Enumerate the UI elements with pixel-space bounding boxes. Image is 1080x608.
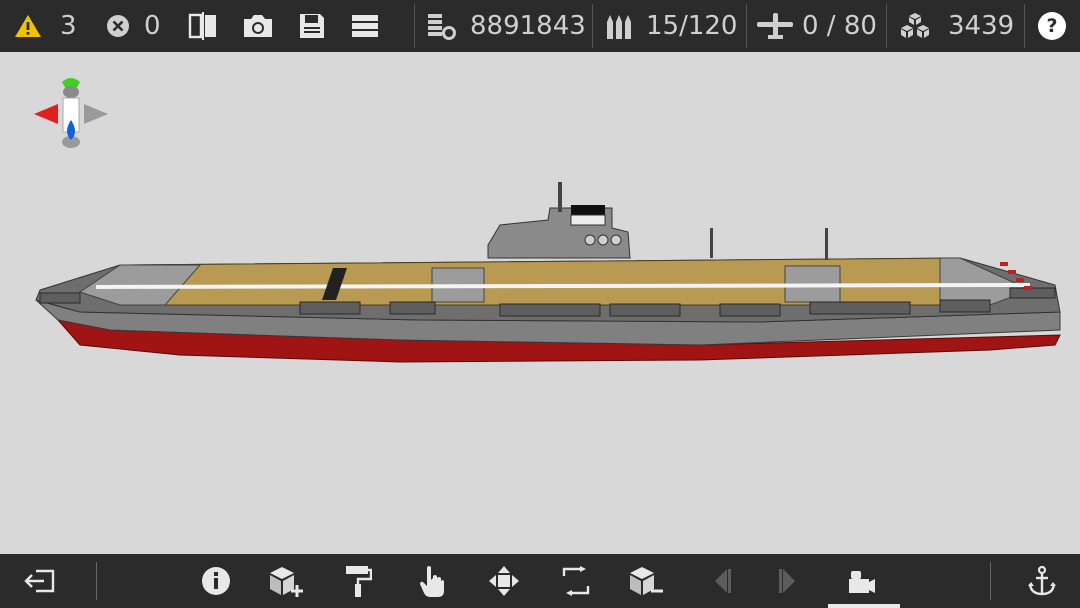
bottom-toolbar — [0, 554, 1080, 608]
cost-display: 8891843 — [426, 0, 586, 52]
blocks-value: 3439 — [948, 11, 1015, 41]
move-arrows-icon — [488, 565, 520, 597]
rotate-icon — [560, 566, 592, 596]
camera-view-button[interactable] — [838, 554, 886, 608]
warnings-indicator[interactable]: 3 — [14, 0, 77, 52]
help-label: ? — [1046, 15, 1058, 37]
cost-icon — [426, 11, 458, 41]
toolbar-divider — [990, 562, 991, 600]
toolbar-divider — [592, 4, 593, 48]
anchor-icon — [1027, 565, 1057, 597]
undo-button[interactable] — [696, 554, 744, 608]
info-icon — [201, 566, 231, 596]
ship-viewport[interactable] — [0, 52, 1080, 554]
menu-icon — [352, 14, 378, 38]
redo-button[interactable] — [766, 554, 814, 608]
help-button[interactable]: ? — [1038, 0, 1066, 52]
move-button[interactable] — [480, 554, 528, 608]
aircraft-value: 0 / 80 — [802, 11, 877, 41]
remove-block-icon — [628, 565, 664, 597]
ship-model[interactable] — [0, 52, 1080, 554]
toolbar-divider — [746, 4, 747, 48]
help-icon: ? — [1038, 12, 1066, 40]
redo-icon — [777, 567, 803, 595]
info-button[interactable] — [192, 554, 240, 608]
toolbar-divider — [1024, 4, 1025, 48]
exit-button[interactable] — [16, 554, 64, 608]
error-icon — [106, 14, 130, 38]
toolbar-divider — [96, 562, 97, 600]
compare-view-button[interactable] — [188, 0, 218, 52]
warning-icon — [14, 13, 42, 39]
add-block-icon — [268, 565, 304, 597]
screenshot-button[interactable] — [242, 0, 274, 52]
save-icon — [298, 12, 326, 40]
toolbar-divider — [886, 4, 887, 48]
ammo-icon — [604, 12, 634, 40]
exit-icon — [24, 568, 56, 594]
add-block-button[interactable] — [262, 554, 310, 608]
aircraft-display: 0 / 80 — [756, 0, 877, 52]
select-button[interactable] — [408, 554, 456, 608]
screenshot-camera-icon — [242, 13, 274, 39]
remove-block-button[interactable] — [622, 554, 670, 608]
active-tool-indicator — [828, 604, 900, 608]
blocks-icon — [898, 11, 932, 41]
ammo-display: 15/120 — [604, 0, 737, 52]
paint-button[interactable] — [334, 554, 382, 608]
aircraft-icon — [756, 11, 794, 41]
errors-indicator[interactable]: 0 — [106, 0, 161, 52]
compare-view-icon — [188, 12, 218, 40]
rotate-button[interactable] — [552, 554, 600, 608]
menu-button[interactable] — [352, 0, 378, 52]
errors-count: 0 — [144, 11, 161, 41]
blocks-display: 3439 — [898, 0, 1014, 52]
hand-pointer-icon — [419, 564, 445, 598]
anchor-button[interactable] — [1018, 554, 1066, 608]
save-button[interactable] — [298, 0, 326, 52]
warnings-count: 3 — [60, 11, 77, 41]
camera-view-icon — [847, 567, 877, 595]
undo-icon — [707, 567, 733, 595]
top-toolbar: 3 0 8891843 15/120 0 / 80 3439 ? — [0, 0, 1080, 52]
paint-roller-icon — [344, 564, 372, 598]
ammo-value: 15/120 — [646, 11, 738, 41]
toolbar-divider — [414, 4, 415, 48]
cost-value: 8891843 — [470, 11, 586, 41]
